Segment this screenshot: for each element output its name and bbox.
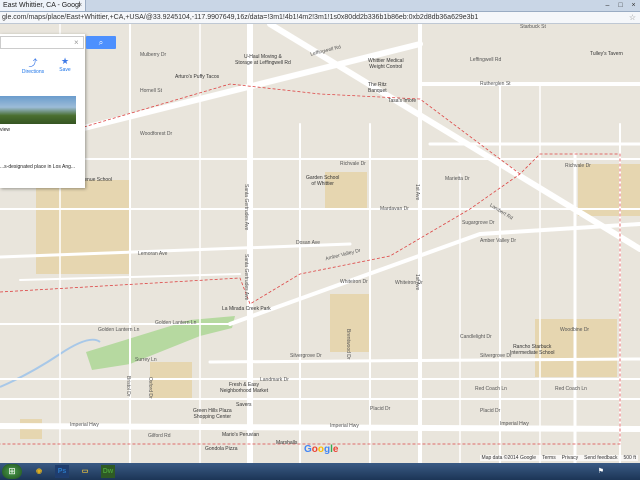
street-label: Mulberry Dr <box>140 52 167 58</box>
clear-search-icon[interactable]: × <box>74 38 79 47</box>
street-label: 1st Ave <box>414 184 420 201</box>
poi-tasas[interactable]: Tasa's Imore <box>388 98 416 104</box>
maximize-button[interactable]: □ <box>614 0 627 11</box>
street-label: Starbuck St <box>520 24 546 30</box>
browser-titlebar: East Whittier, CA - Googl × – □ × <box>0 0 640 12</box>
window-controls: – □ × <box>601 0 640 11</box>
street-label: Imperial Hwy <box>330 423 359 429</box>
street-label: Imperial Hwy <box>500 421 529 427</box>
poi-gondola-pizza[interactable]: Gondola Pizza <box>205 446 238 452</box>
street-label: Marietta Dr <box>445 176 470 182</box>
street-label: Sugargrove Dr <box>462 220 495 226</box>
place-description: ...s-designated place in Los Ang... <box>0 164 76 170</box>
terms-link[interactable]: Terms <box>542 455 556 461</box>
street-label: 1st Ave <box>414 274 420 291</box>
dreamweaver-icon[interactable]: Dw <box>101 465 115 478</box>
street-label: Imperial Hwy <box>70 422 99 428</box>
flag-icon[interactable]: ⚑ <box>598 467 604 475</box>
street-label: Richvale Dr <box>565 163 591 169</box>
street-label: Red Coach Ln <box>555 386 587 392</box>
street-label: Woodbine Dr <box>560 327 590 333</box>
place-panel: × ⌕ ⤴ Directions ★ Save view ...s-design… <box>0 34 116 188</box>
poi-uhaul[interactable]: U-Haul Moving & Storage at Leffingwell Rd <box>235 54 291 66</box>
street-label: Hornell St <box>140 88 162 94</box>
street-label: Leffingwell Rd <box>470 57 502 63</box>
directions-label: Directions <box>21 69 45 75</box>
windows-taskbar: ⊞ ◉ Ps ▭ Dw ⚑ <box>0 463 640 480</box>
scale-label[interactable]: 500 ft <box>623 455 636 461</box>
street-label: Golden Lantern Ln <box>155 320 197 326</box>
browser-tab[interactable]: East Whittier, CA - Googl × <box>0 0 86 11</box>
poi-tulleys-tavern[interactable]: Tulley's Tavern <box>590 51 623 57</box>
address-bar[interactable]: gle.com/maps/place/East+Whittier,+CA,+US… <box>0 12 640 24</box>
directions-icon: ⤴ <box>28 58 38 68</box>
map-canvas[interactable]: Leffingwell Rd Leffingwell Rd Mulberry D… <box>0 24 640 463</box>
street-label: Lemoran Ave <box>138 251 168 257</box>
save-label: Save <box>59 67 71 73</box>
poi-green-hills[interactable]: Green Hills Plaza Shopping Center <box>193 408 232 420</box>
street-label: Silvergrove Dr <box>290 353 322 359</box>
street-label: Placid Dr <box>370 406 391 412</box>
google-logo: Google <box>304 444 339 455</box>
explorer-icon[interactable]: ▭ <box>78 465 92 478</box>
street-label: Richvale Dr <box>340 161 366 167</box>
close-tab-icon[interactable]: × <box>78 0 82 11</box>
street-label: Mardavan Dr <box>380 206 409 212</box>
data-credit: Map data ©2014 Google <box>481 455 537 461</box>
green-hills-grounds <box>150 362 192 400</box>
photo-caption: view <box>0 127 11 133</box>
poi-whittier-medical[interactable]: Whittier Medical Weight Control <box>368 58 404 70</box>
poi-savers[interactable]: Savers <box>236 402 252 408</box>
street-label: Placid Dr <box>480 408 501 414</box>
street-label: Woodforest Dr <box>140 131 173 137</box>
url-text[interactable]: gle.com/maps/place/East+Whittier,+CA,+US… <box>2 12 602 23</box>
poi-garden-school[interactable]: Garden School of Whittier <box>306 175 339 187</box>
search-input[interactable]: × <box>0 36 84 49</box>
privacy-link[interactable]: Privacy <box>562 455 578 461</box>
place-photo[interactable] <box>0 96 76 124</box>
chrome-icon[interactable]: ◉ <box>32 465 46 478</box>
save-button[interactable]: ★ Save <box>50 56 80 73</box>
street-label: Gilford Rd <box>148 433 171 439</box>
bookmark-star-icon[interactable]: ☆ <box>629 12 636 23</box>
search-button[interactable]: ⌕ <box>86 36 116 49</box>
poi-marshalls[interactable]: Marshalls <box>276 440 297 446</box>
tab-title: East Whittier, CA - Googl <box>3 2 81 9</box>
poi-rancho-starbuck[interactable]: Rancho Starbuck Intermediate School <box>510 344 554 356</box>
photoshop-icon[interactable]: Ps <box>55 465 69 478</box>
street-label: Golden Lantern Ln <box>98 327 140 333</box>
street-label: Whiteiron Dr <box>340 279 368 285</box>
street-label: Amber Valley Dr <box>480 238 517 244</box>
directions-button[interactable]: ⤴ Directions <box>18 56 48 75</box>
feedback-link[interactable]: Send feedback <box>584 455 617 461</box>
map-attribution: Map data ©2014 Google Terms Privacy Send… <box>479 455 638 461</box>
scott-school-grounds <box>36 180 130 274</box>
close-window-button[interactable]: × <box>627 0 640 11</box>
street-label: Oxford Dr <box>147 377 153 399</box>
start-button[interactable]: ⊞ <box>2 464 22 479</box>
street-label: Rutherglen St <box>480 81 511 87</box>
poi-la-mirada-park[interactable]: La Mirada Creek Park <box>222 306 271 312</box>
poi-ritz-banquet[interactable]: The Ritz Banquet <box>368 82 387 94</box>
poi-arturos[interactable]: Arturo's Puffy Tacos <box>175 74 219 80</box>
street-label: Bristol Dr <box>125 376 131 397</box>
street-label: Surrey Ln <box>135 357 157 363</box>
poi-fresh-easy[interactable]: Fresh & Easy Neighborhood Market <box>220 382 268 394</box>
street-label: Brentwood Dr <box>345 329 351 360</box>
street-label: Dosan Ave <box>296 240 321 246</box>
poi-marios[interactable]: Mario's Peruvian <box>222 432 259 438</box>
street-label: Candlelight Dr <box>460 334 492 340</box>
star-icon: ★ <box>60 56 70 66</box>
street-label: Santa Gertrudes Ave <box>243 184 249 231</box>
search-icon: ⌕ <box>98 38 104 47</box>
street-label: Santa Gertrudes Ave <box>243 254 249 301</box>
street-label: Silvergrove Dr <box>480 353 512 359</box>
minimize-button[interactable]: – <box>601 0 614 11</box>
street-label: Red Coach Ln <box>475 386 507 392</box>
